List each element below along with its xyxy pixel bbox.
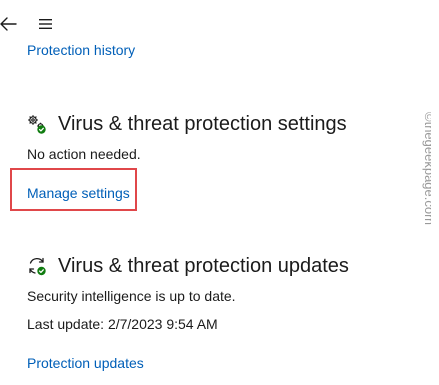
intelligence-status-text: Security intelligence is up to date. [27,288,236,304]
top-nav-bar [0,10,120,40]
settings-status-text: No action needed. [27,146,141,162]
last-update-text: Last update: 2/7/2023 9:54 AM [27,316,218,332]
watermark-text: ©thegeekpage.com [422,112,431,225]
watermark: ©thegeekpage.com [411,110,437,250]
updates-section-title: Virus & threat protection updates [58,255,349,277]
settings-section-title: Virus & threat protection settings [58,113,347,135]
back-arrow-icon[interactable] [0,12,20,36]
refresh-icon [26,255,48,277]
gears-icon [26,113,48,135]
windows-security-page: Protection history Virus & threat protec… [0,0,439,385]
hamburger-menu-icon[interactable] [37,16,55,32]
protection-history-link[interactable]: Protection history [27,42,135,58]
protection-updates-link[interactable]: Protection updates [27,355,144,371]
manage-settings-link[interactable]: Manage settings [27,185,130,201]
